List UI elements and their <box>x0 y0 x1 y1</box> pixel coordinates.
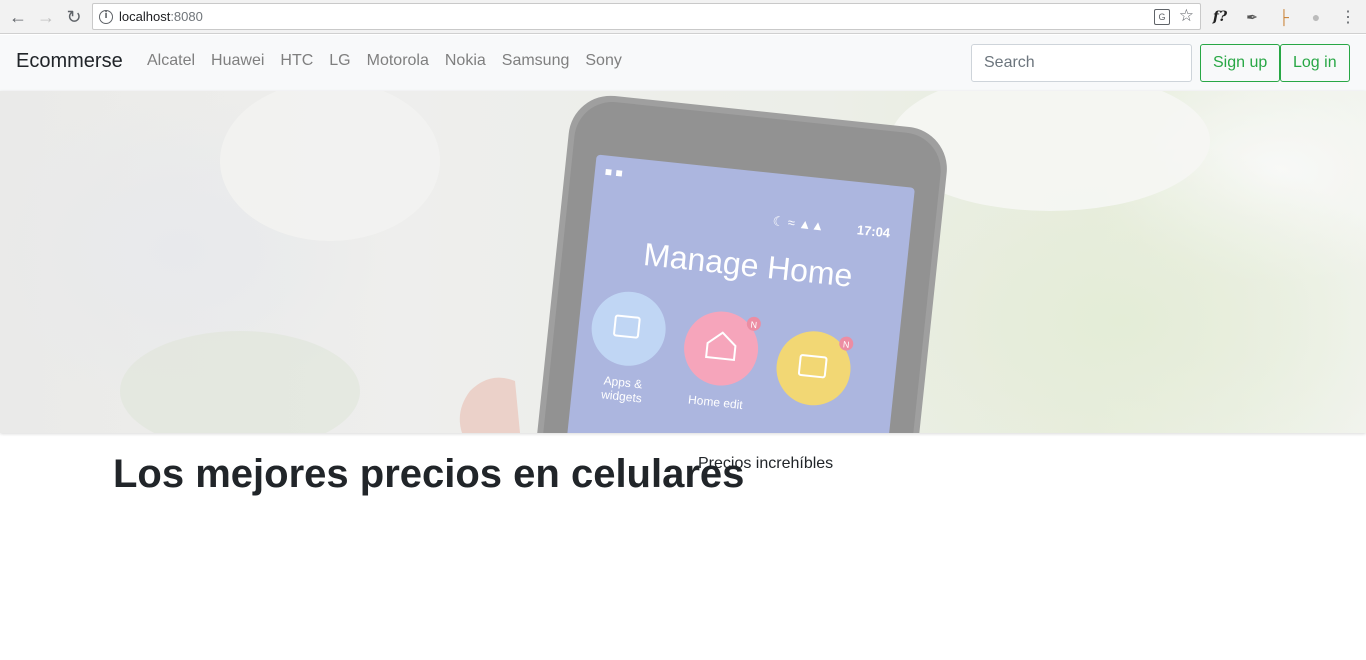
brand-nav: Alcatel Huawei HTC LG Motorola Nokia Sam… <box>147 52 638 70</box>
url-text[interactable]: localhost:8080 <box>119 9 203 24</box>
ruler-extension-icon[interactable]: ├ <box>1273 6 1295 28</box>
nav-link-sony[interactable]: Sony <box>585 52 621 70</box>
translate-icon[interactable]: G <box>1154 9 1170 25</box>
search-input[interactable] <box>971 44 1192 82</box>
reload-icon[interactable]: ↻ <box>63 6 85 28</box>
page-subheadline: Precios increhíbles <box>698 455 834 472</box>
nav-link-samsung[interactable]: Samsung <box>502 52 570 70</box>
nav-link-huawei[interactable]: Huawei <box>211 52 264 70</box>
hero-phone-image: ■ ■ 17:04 ☾ ≈ ▲▲ Manage Home N N Apps & … <box>0 91 1366 433</box>
extension-icon[interactable]: ● <box>1305 6 1327 28</box>
nav-link-lg[interactable]: LG <box>329 52 350 70</box>
eyedropper-extension-icon[interactable]: ✒ <box>1241 6 1263 28</box>
brand-logo[interactable]: Ecommerse <box>16 50 123 73</box>
url-port: :8080 <box>170 9 203 24</box>
site-info-icon[interactable]: i <box>99 10 113 24</box>
address-bar[interactable]: i localhost:8080 G ☆ <box>92 3 1201 30</box>
site-navbar: Ecommerse Alcatel Huawei HTC LG Motorola… <box>0 35 1366 91</box>
hero-banner: ■ ■ 17:04 ☾ ≈ ▲▲ Manage Home N N Apps & … <box>0 91 1366 433</box>
bookmark-star-icon[interactable]: ☆ <box>1179 6 1194 26</box>
forward-arrow-icon[interactable]: → <box>35 6 57 28</box>
font-extension-icon[interactable]: f? <box>1209 6 1231 28</box>
nav-link-alcatel[interactable]: Alcatel <box>147 52 195 70</box>
nav-link-nokia[interactable]: Nokia <box>445 52 486 70</box>
url-host: localhost <box>119 9 171 24</box>
back-arrow-icon[interactable]: ← <box>7 6 29 28</box>
log-in-button[interactable]: Log in <box>1280 44 1350 82</box>
nav-link-htc[interactable]: HTC <box>280 52 313 70</box>
browser-toolbar: ← → ↻ i localhost:8080 G ☆ f? ✒ ├ ● ⋮ <box>0 0 1366 34</box>
sign-up-button[interactable]: Sign up <box>1200 44 1281 82</box>
browser-menu-icon[interactable]: ⋮ <box>1337 6 1359 28</box>
nav-link-motorola[interactable]: Motorola <box>367 52 429 70</box>
page-headline: Los mejores precios en celulares <box>113 452 745 496</box>
